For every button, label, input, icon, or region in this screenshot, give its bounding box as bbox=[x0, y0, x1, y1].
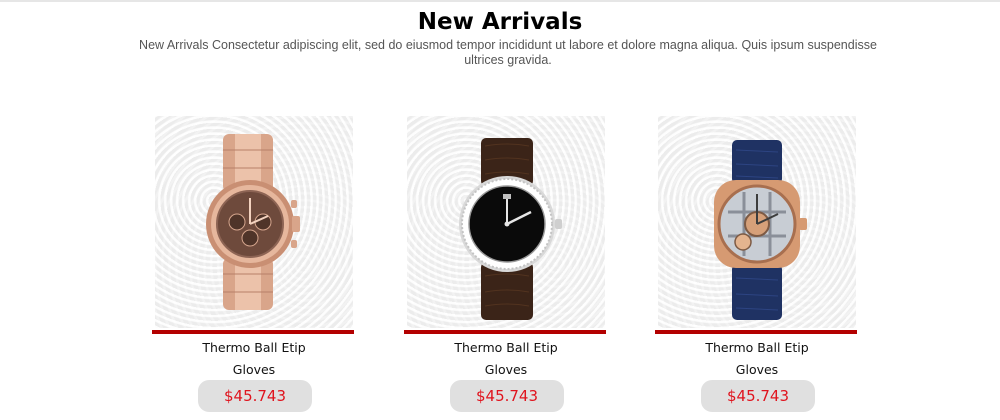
black-dial-diamond-bezel-watch-image bbox=[459, 138, 562, 320]
product-name[interactable]: Thermo Ball Etip bbox=[655, 340, 859, 355]
product-name[interactable]: Thermo Ball Etip bbox=[152, 340, 356, 355]
product-card[interactable]: Thermo Ball Etip Gloves $45.743 bbox=[152, 116, 356, 416]
section-title: New Arrivals bbox=[417, 9, 583, 35]
accent-bar bbox=[655, 330, 857, 334]
product-name-continued[interactable]: Gloves bbox=[152, 362, 356, 377]
product-image[interactable] bbox=[407, 116, 605, 328]
top-divider bbox=[0, 0, 1000, 2]
product-name-continued[interactable]: Gloves bbox=[655, 362, 859, 377]
product-card[interactable]: Thermo Ball Etip Gloves $45.743 bbox=[404, 116, 608, 416]
price-button[interactable]: $45.743 bbox=[198, 380, 312, 412]
product-card[interactable]: Thermo Ball Etip Gloves $45.743 bbox=[655, 116, 859, 416]
price-button[interactable]: $45.743 bbox=[450, 380, 564, 412]
product-name-continued[interactable]: Gloves bbox=[404, 362, 608, 377]
price-button[interactable]: $45.743 bbox=[701, 380, 815, 412]
accent-bar bbox=[152, 330, 354, 334]
rose-gold-chronograph-watch-image bbox=[206, 134, 300, 310]
product-name[interactable]: Thermo Ball Etip bbox=[404, 340, 608, 355]
section-description: New Arrivals Consectetur adipiscing elit… bbox=[139, 38, 877, 67]
accent-bar bbox=[404, 330, 606, 334]
product-image[interactable] bbox=[658, 116, 856, 328]
product-image[interactable] bbox=[155, 116, 353, 328]
skeleton-tourbillon-watch-image bbox=[714, 140, 807, 320]
